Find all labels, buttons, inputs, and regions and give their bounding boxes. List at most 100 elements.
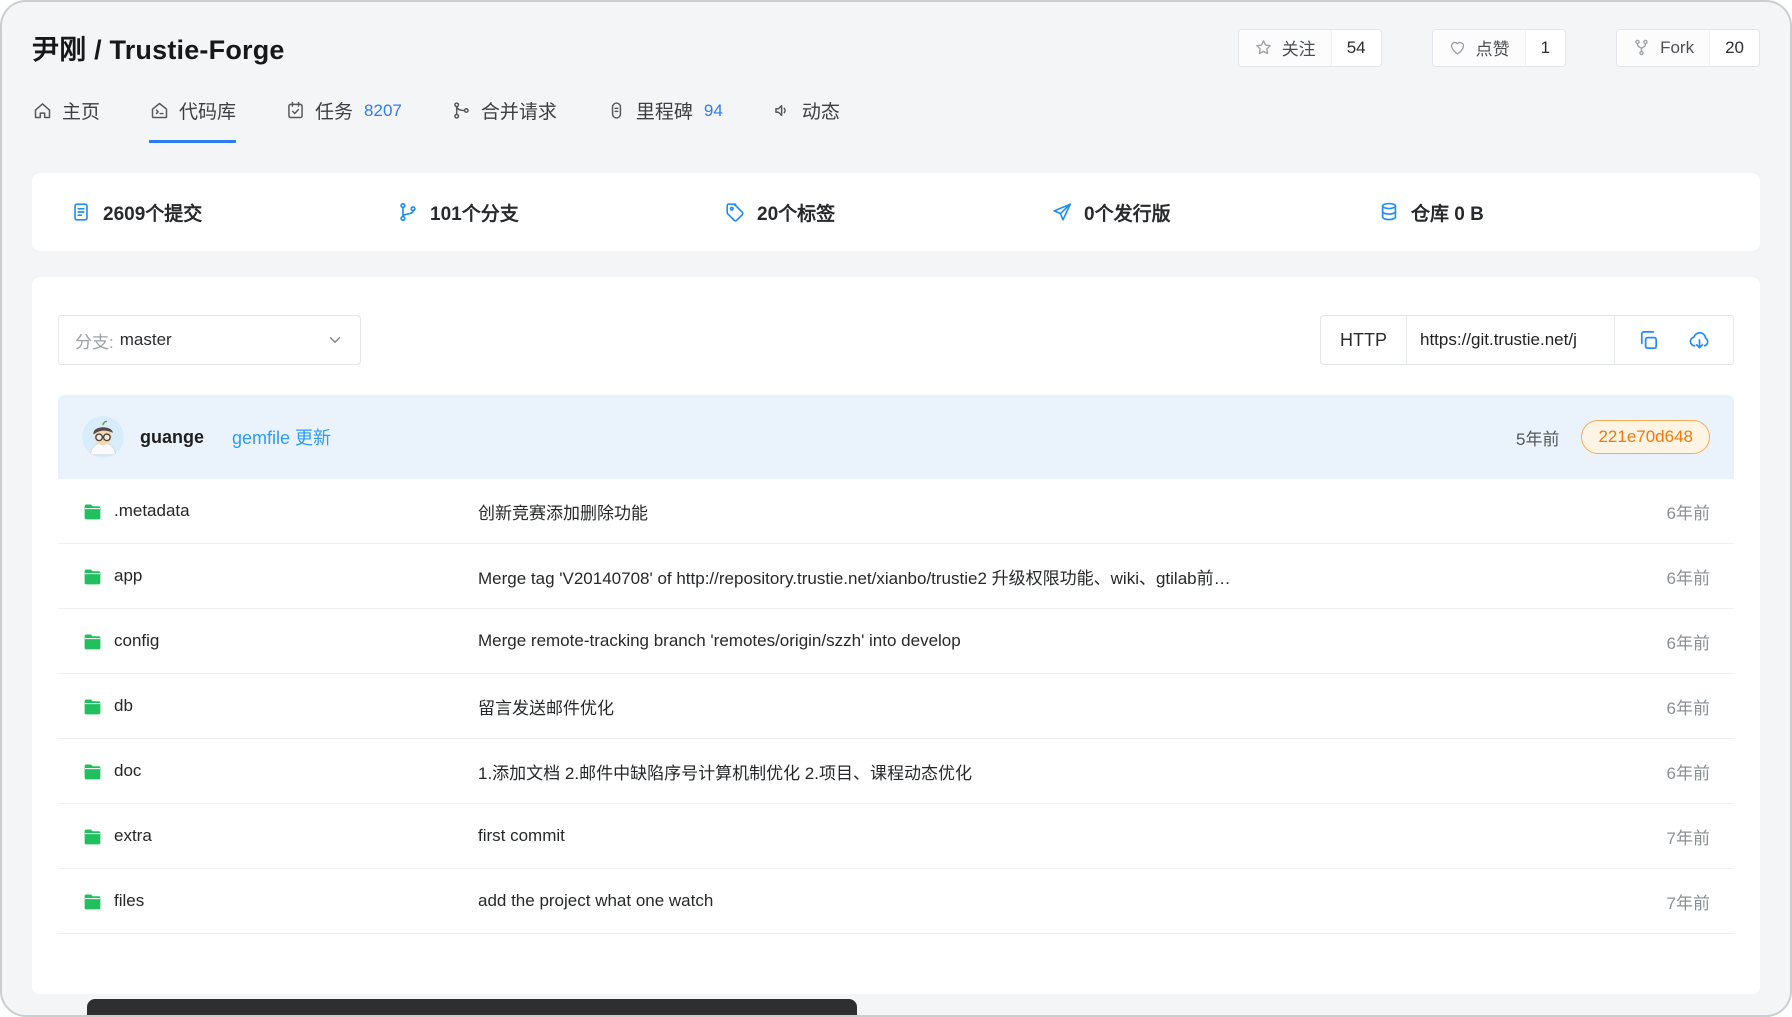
tab-tasks-count: 8207 (364, 101, 402, 121)
chevron-down-icon (326, 331, 344, 349)
table-row-partial (58, 934, 1734, 994)
branch-label: 分支: (75, 328, 114, 353)
branch-selector[interactable]: 分支: master (58, 315, 361, 365)
tab-activity-label: 动态 (802, 97, 840, 124)
protocol-select[interactable]: HTTP (1321, 316, 1407, 364)
stat-branches[interactable]: 101个分支 (397, 199, 724, 226)
folder-icon (82, 826, 103, 847)
file-name: db (114, 696, 133, 716)
file-commit-time: 6年前 (1615, 564, 1710, 589)
home-icon (32, 100, 53, 121)
file-commit-message[interactable]: Merge remote-tracking branch 'remotes/or… (478, 631, 1615, 651)
stat-repo-size[interactable]: 仓库 0 B (1378, 199, 1705, 226)
file-commit-message[interactable]: Merge tag 'V20140708' of http://reposito… (478, 564, 1615, 589)
table-row: config Merge remote-tracking branch 'rem… (58, 609, 1734, 674)
file-link[interactable]: files (82, 891, 478, 912)
table-row: app Merge tag 'V20140708' of http://repo… (58, 544, 1734, 609)
repo-nav: 主页 代码库 任务 8207 (32, 97, 1760, 143)
file-name: files (114, 891, 144, 911)
tasks-icon (285, 100, 306, 121)
clone-url-group: HTTP https://git.trustie.net/j (1320, 315, 1734, 365)
praise-count[interactable]: 1 (1525, 30, 1565, 66)
stat-branches-label: 101个分支 (430, 199, 519, 226)
tab-milestones-label: 里程碑 (636, 97, 693, 124)
folder-icon (82, 566, 103, 587)
avatar[interactable] (82, 416, 124, 458)
file-link[interactable]: db (82, 696, 478, 717)
tab-code[interactable]: 代码库 (149, 97, 236, 143)
file-commit-message[interactable]: 留言发送邮件优化 (478, 694, 1615, 719)
code-repo-icon (149, 100, 170, 121)
heart-icon (1448, 38, 1467, 57)
file-commit-message[interactable]: first commit (478, 826, 1615, 846)
fork-button[interactable]: Fork 20 (1616, 29, 1760, 67)
branch-icon (397, 201, 419, 223)
file-commit-message[interactable]: 1.添加文档 2.邮件中缺陷序号计算机制优化 2.项目、课程动态优化 (478, 759, 1615, 784)
folder-icon (82, 761, 103, 782)
tab-home-label: 主页 (62, 97, 100, 124)
repo-actions: 关注 54 点赞 1 (1238, 29, 1760, 67)
watch-label: 关注 (1282, 35, 1316, 60)
file-commit-time: 7年前 (1615, 889, 1710, 914)
tab-tasks[interactable]: 任务 8207 (285, 97, 402, 143)
tab-tasks-label: 任务 (315, 97, 353, 124)
table-row: extra first commit 7年前 (58, 804, 1734, 869)
watch-count[interactable]: 54 (1331, 30, 1381, 66)
file-commit-message[interactable]: add the project what one watch (478, 891, 1615, 911)
tab-merge-requests[interactable]: 合并请求 (451, 97, 557, 143)
page-header: 尹刚 / Trustie-Forge 关注 54 (2, 2, 1790, 143)
tab-activity[interactable]: 动态 (772, 97, 840, 143)
file-link[interactable]: doc (82, 761, 478, 782)
stat-commits-label: 2609个提交 (103, 199, 202, 226)
file-name: .metadata (114, 501, 190, 521)
file-commit-time: 6年前 (1615, 499, 1710, 524)
file-commit-message[interactable]: 创新竞赛添加删除功能 (478, 499, 1615, 524)
stat-tags[interactable]: 20个标签 (724, 199, 1051, 226)
watch-button[interactable]: 关注 54 (1238, 29, 1382, 67)
commit-time: 5年前 (1516, 425, 1559, 450)
repository-card: 分支: master HTTP https://git.trustie.net/… (32, 277, 1760, 994)
copy-icon[interactable] (1637, 329, 1660, 352)
folder-icon (82, 696, 103, 717)
folder-icon (82, 501, 103, 522)
commit-sha-badge[interactable]: 221e70d648 (1581, 420, 1710, 454)
stat-releases[interactable]: 0个发行版 (1051, 199, 1378, 226)
merge-icon (451, 100, 472, 121)
file-name: app (114, 566, 142, 586)
tab-code-label: 代码库 (179, 97, 236, 124)
file-name: extra (114, 826, 152, 846)
table-row: .metadata 创新竞赛添加删除功能 6年前 (58, 479, 1734, 544)
table-row: doc 1.添加文档 2.邮件中缺陷序号计算机制优化 2.项目、课程动态优化 6… (58, 739, 1734, 804)
tag-icon (724, 201, 746, 223)
repo-toolbar: 分支: master HTTP https://git.trustie.net/… (58, 315, 1734, 365)
file-commit-time: 7年前 (1615, 824, 1710, 849)
praise-button[interactable]: 点赞 1 (1432, 29, 1566, 67)
file-link[interactable]: extra (82, 826, 478, 847)
stat-repo-size-label: 仓库 0 B (1411, 199, 1484, 226)
file-name: config (114, 631, 159, 651)
fork-count[interactable]: 20 (1709, 30, 1759, 66)
tab-milestones[interactable]: 里程碑 94 (606, 97, 723, 143)
clone-url-input[interactable]: https://git.trustie.net/j (1407, 316, 1615, 364)
tab-merge-requests-label: 合并请求 (481, 97, 557, 124)
commit-author[interactable]: guange (140, 427, 204, 448)
file-link[interactable]: config (82, 631, 478, 652)
milestone-icon (606, 100, 627, 121)
stat-tags-label: 20个标签 (757, 199, 835, 226)
fork-icon (1632, 38, 1651, 57)
file-link[interactable]: app (82, 566, 478, 587)
repo-stats-bar: 2609个提交 101个分支 20个标签 0个发行版 (32, 173, 1760, 251)
table-row: db 留言发送邮件优化 6年前 (58, 674, 1734, 739)
file-name: doc (114, 761, 141, 781)
commit-message-link[interactable]: gemfile 更新 (232, 424, 331, 450)
file-commit-time: 6年前 (1615, 694, 1710, 719)
stat-commits[interactable]: 2609个提交 (70, 199, 397, 226)
download-icon[interactable] (1688, 329, 1711, 352)
folder-icon (82, 891, 103, 912)
tab-home[interactable]: 主页 (32, 97, 100, 143)
fork-label: Fork (1660, 38, 1694, 58)
file-link[interactable]: .metadata (82, 501, 478, 522)
folder-icon (82, 631, 103, 652)
file-commit-time: 6年前 (1615, 759, 1710, 784)
app-window: 尹刚 / Trustie-Forge 关注 54 (0, 0, 1792, 1017)
